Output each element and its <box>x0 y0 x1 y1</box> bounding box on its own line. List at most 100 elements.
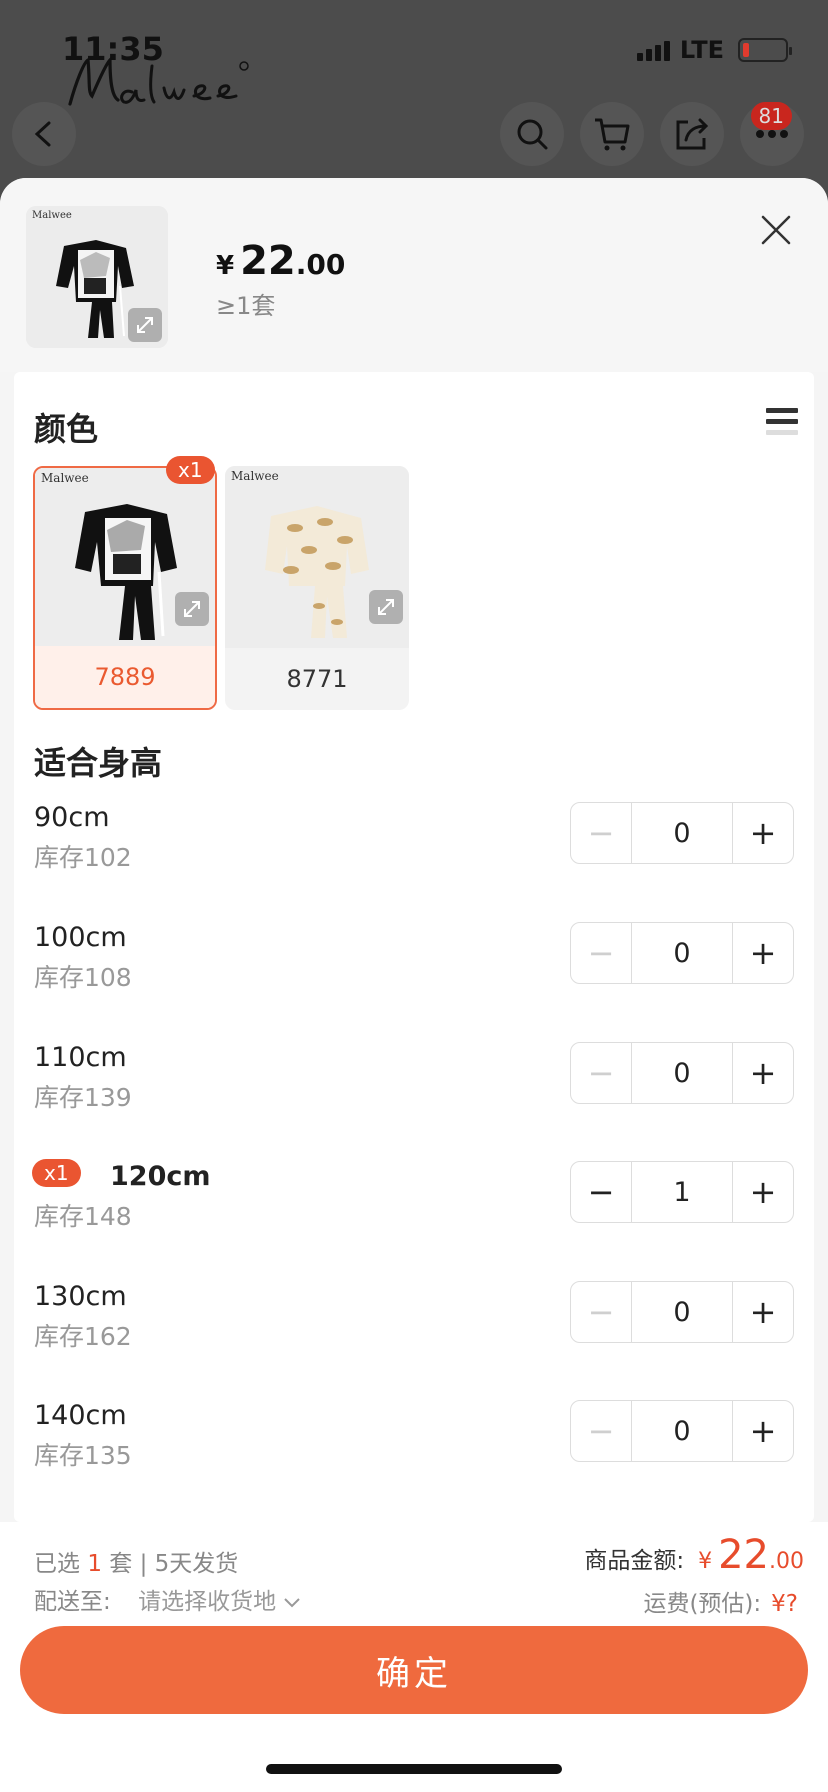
battery-icon <box>738 38 792 62</box>
freight-estimate: 运费(预估): ¥? <box>643 1584 798 1618</box>
increment-button[interactable]: + <box>733 1282 793 1342</box>
decrement-button[interactable]: − <box>571 803 631 863</box>
quantity-stepper: − 1 + <box>570 1161 794 1223</box>
network-type: LTE <box>679 36 724 64</box>
price-integer: 22 <box>240 238 296 284</box>
selection-summary: 已选 1 套 | 5天发货 <box>34 1544 238 1578</box>
sheet-header: Malwee ¥ 22 .00 ≥1套 <box>0 178 828 372</box>
stock-label: 库存139 <box>34 1083 132 1112</box>
back-icon <box>34 121 51 147</box>
amount-decimal: .00 <box>769 1549 804 1574</box>
quantity-value[interactable]: 0 <box>631 1282 733 1342</box>
size-row-110: 110cm 库存139 − 0 + <box>14 1032 814 1132</box>
confirm-button[interactable]: 确定 <box>20 1626 808 1714</box>
decrement-button[interactable]: − <box>571 1043 631 1103</box>
stock-label: 库存108 <box>34 963 132 992</box>
color-label: 8771 <box>286 665 348 693</box>
color-option-7889[interactable]: Malwee 7889 <box>33 466 217 710</box>
quantity-stepper: − 0 + <box>570 1042 794 1104</box>
quantity-value[interactable]: 0 <box>631 1401 733 1461</box>
ship-value[interactable]: 请选择收货地 <box>138 1589 276 1615</box>
size-label: 140cm <box>34 1400 127 1431</box>
size-label: 110cm <box>34 1042 127 1073</box>
size-row-130: 130cm 库存162 − 0 + <box>14 1271 814 1371</box>
quantity-stepper: − 0 + <box>570 1400 794 1462</box>
size-count-badge: x1 <box>32 1159 81 1187</box>
unit-price: ¥ 22 .00 <box>216 238 345 284</box>
size-row-140: 140cm 库存135 − 0 + <box>14 1390 814 1490</box>
decrement-button[interactable]: − <box>571 1162 631 1222</box>
size-label: 120cm <box>110 1161 211 1192</box>
sku-selector-sheet: Malwee ¥ 22 .00 ≥1套 颜色 Malwee 7889 x1 Ma… <box>0 178 828 1792</box>
quantity-stepper: − 0 + <box>570 1281 794 1343</box>
color-label: 7889 <box>35 646 215 708</box>
cart-button[interactable] <box>580 102 644 166</box>
quantity-value[interactable]: 1 <box>631 1162 733 1222</box>
size-row-120: x1 120cm 库存148 − 1 + <box>14 1151 814 1251</box>
product-thumbnail[interactable]: Malwee <box>26 206 168 348</box>
expand-icon[interactable] <box>369 590 403 624</box>
size-label: 130cm <box>34 1281 127 1312</box>
decrement-button[interactable]: − <box>571 1282 631 1342</box>
increment-button[interactable]: + <box>733 923 793 983</box>
order-summary-footer: 已选 1 套 | 5天发货 配送至: 请选择收货地 商品金额: ¥ 22 .00… <box>0 1522 828 1792</box>
stock-label: 库存162 <box>34 1322 132 1351</box>
ship-label: 配送至: <box>34 1589 111 1615</box>
size-row-90: 90cm 库存102 − 0 + <box>14 792 814 892</box>
increment-button[interactable]: + <box>733 1043 793 1103</box>
shipping-destination[interactable]: 配送至: 请选择收货地 <box>34 1582 301 1616</box>
expand-icon[interactable] <box>128 308 162 342</box>
quantity-stepper: − 0 + <box>570 922 794 984</box>
freight-value: ¥? <box>771 1591 798 1617</box>
quantity-value[interactable]: 0 <box>631 923 733 983</box>
freight-label: 运费(预估): <box>643 1591 762 1617</box>
quantity-value[interactable]: 0 <box>631 1043 733 1103</box>
increment-button[interactable]: + <box>733 1162 793 1222</box>
message-count-badge: 81 <box>750 102 792 130</box>
svg-text:Malwee: Malwee <box>41 471 89 485</box>
sku-options-panel: 颜色 Malwee 7889 x1 Malwee 8771 适合身高 90cm … <box>14 372 814 1522</box>
search-button[interactable] <box>500 102 564 166</box>
amount-label: 商品金额: <box>584 1548 685 1574</box>
home-indicator <box>266 1764 562 1774</box>
close-icon[interactable] <box>758 212 794 248</box>
chevron-down-icon <box>284 1598 301 1608</box>
brand-logo <box>68 56 249 106</box>
signal-icon <box>636 39 670 61</box>
increment-button[interactable]: + <box>733 803 793 863</box>
list-view-icon[interactable] <box>766 408 798 440</box>
search-icon <box>517 119 548 150</box>
share-button[interactable] <box>660 102 724 166</box>
minimum-quantity: ≥1套 <box>216 292 276 320</box>
decrement-button[interactable]: − <box>571 923 631 983</box>
status-icons: LTE <box>636 36 792 64</box>
back-button[interactable] <box>12 102 76 166</box>
stock-label: 库存148 <box>34 1202 132 1231</box>
selected-prefix: 已选 <box>34 1551 80 1577</box>
expand-icon[interactable] <box>175 592 209 626</box>
selected-suffix: 套 | 5天发货 <box>109 1551 239 1577</box>
color-section-title: 颜色 <box>34 410 99 448</box>
stock-label: 库存135 <box>34 1441 132 1470</box>
price-decimal: .00 <box>295 248 346 281</box>
color-count-badge: x1 <box>166 456 215 484</box>
price-currency: ¥ <box>216 251 235 281</box>
size-section-title: 适合身高 <box>34 744 163 782</box>
decrement-button[interactable]: − <box>571 1401 631 1461</box>
amount-integer: 22 <box>718 1532 769 1578</box>
app-screen: 11:35 LTE 81 Malwee ¥ 22 .00 ≥1套 颜色 Malw… <box>0 0 828 1792</box>
color-option-8771[interactable]: Malwee 8771 <box>225 466 409 710</box>
size-label: 100cm <box>34 922 127 953</box>
goods-amount: 商品金额: ¥ 22 .00 <box>584 1532 804 1578</box>
svg-text:Malwee: Malwee <box>231 469 279 483</box>
quantity-stepper: − 0 + <box>570 802 794 864</box>
selected-count: 1 <box>87 1551 102 1577</box>
share-icon <box>676 118 709 150</box>
cart-icon <box>595 118 630 151</box>
amount-currency: ¥ <box>698 1549 713 1574</box>
svg-text:Malwee: Malwee <box>32 210 72 221</box>
increment-button[interactable]: + <box>733 1401 793 1461</box>
size-label: 90cm <box>34 802 110 833</box>
stock-label: 库存102 <box>34 843 132 872</box>
quantity-value[interactable]: 0 <box>631 803 733 863</box>
